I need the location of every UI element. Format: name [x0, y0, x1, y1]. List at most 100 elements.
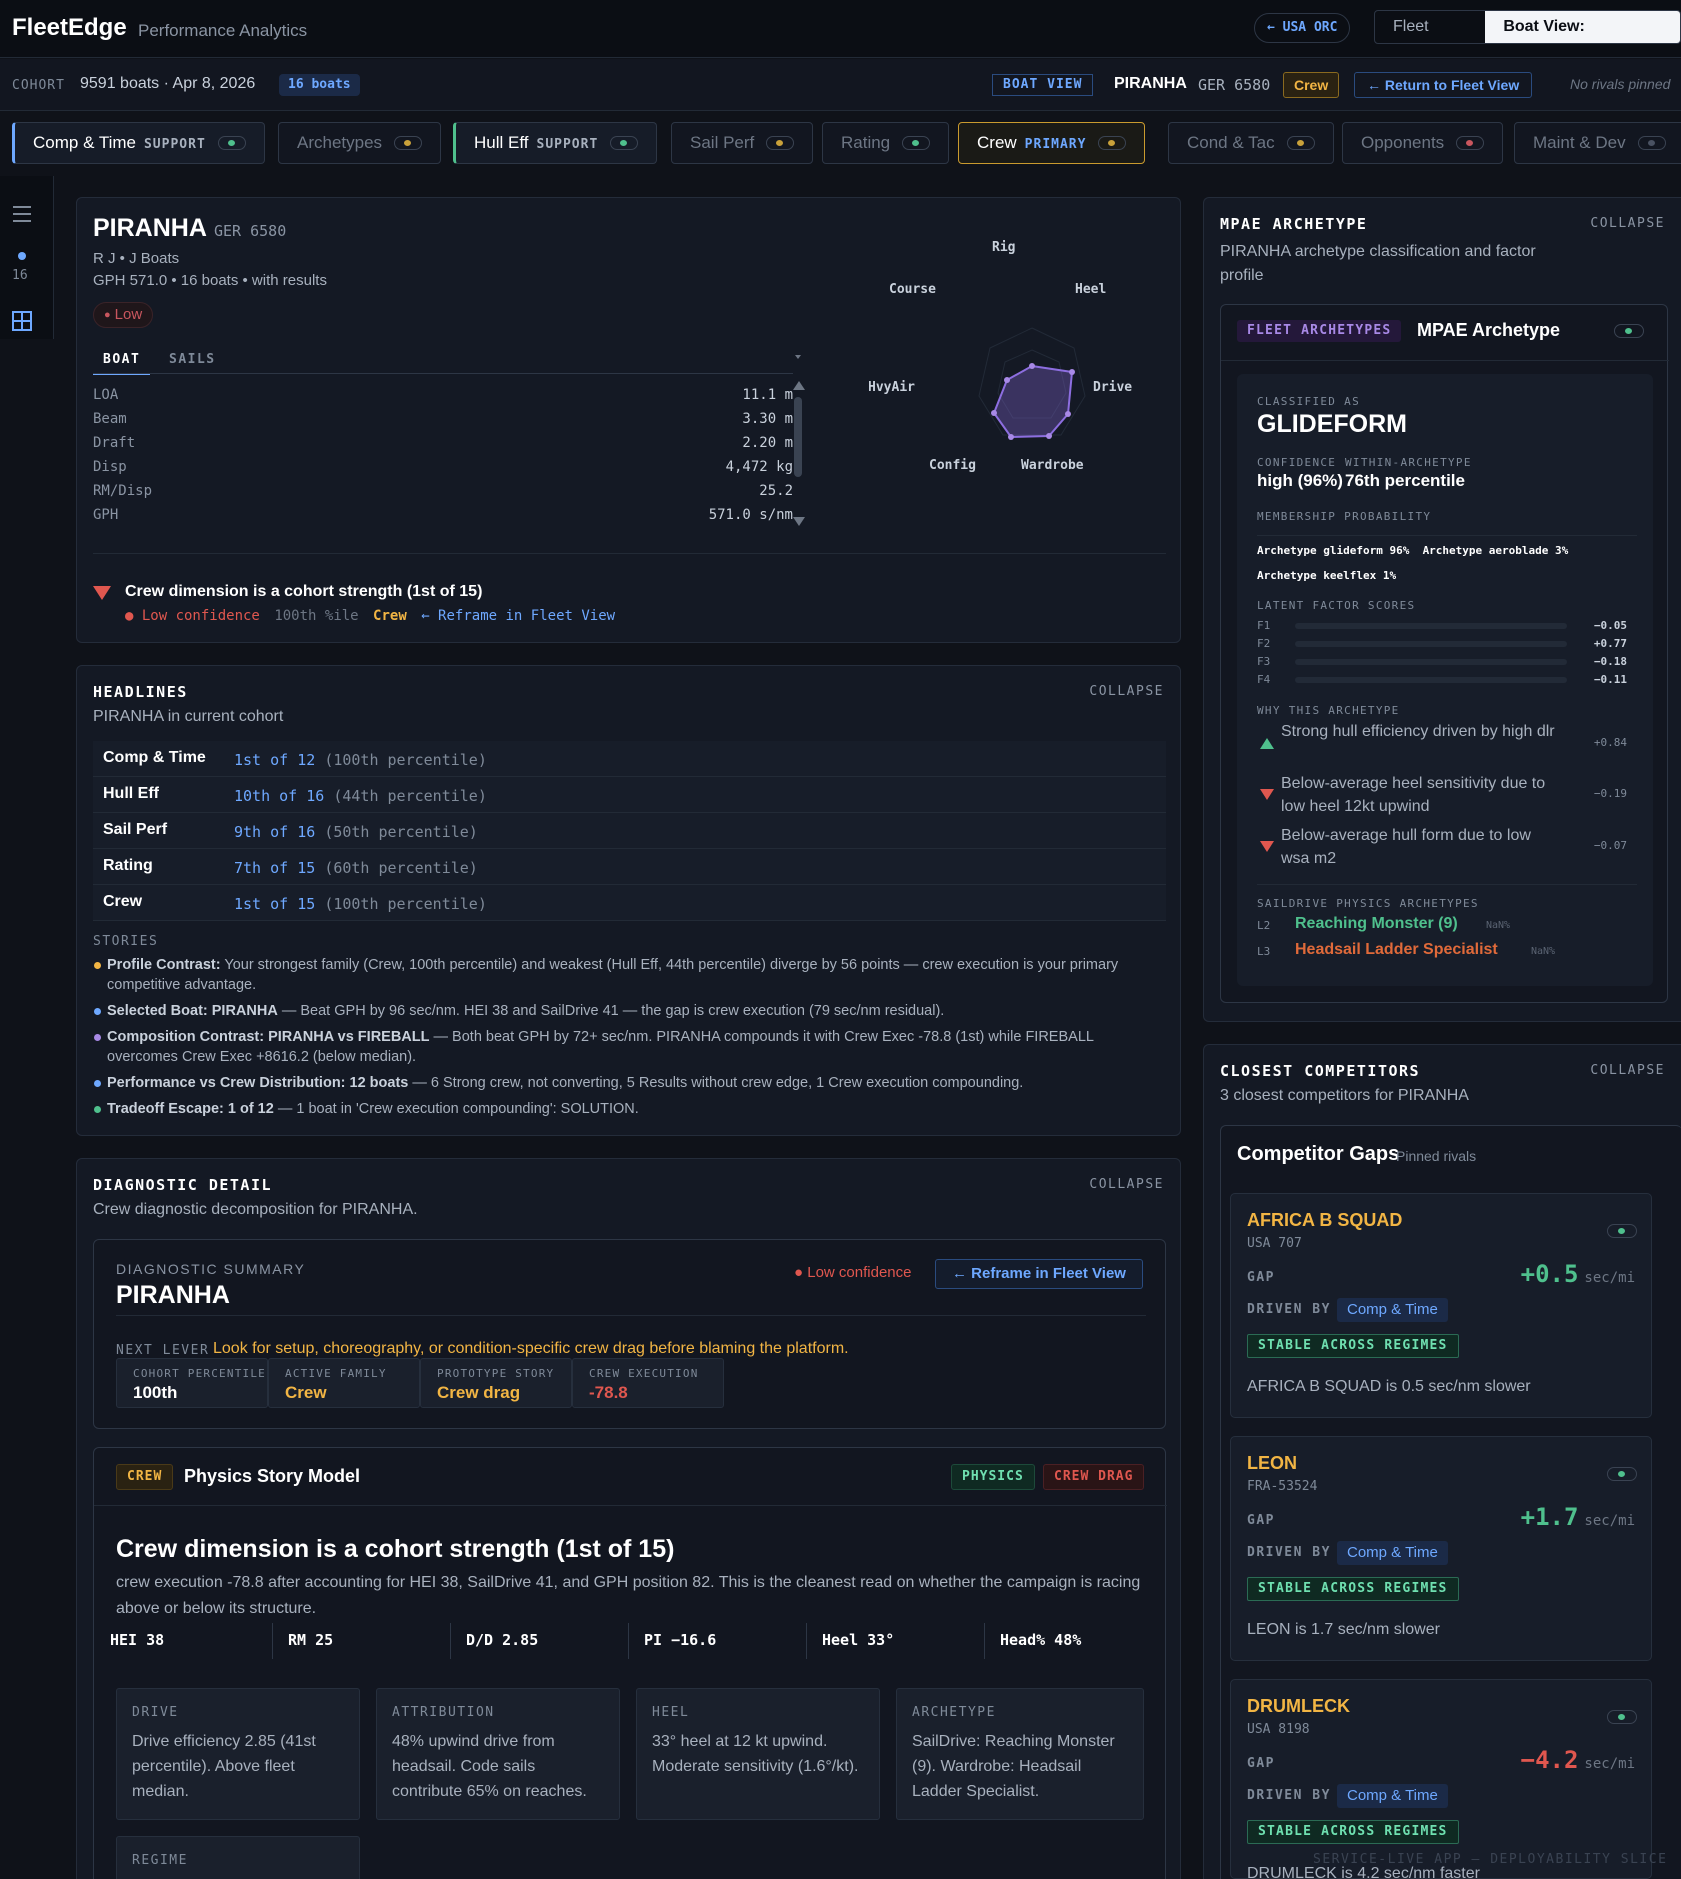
tab-archetypes[interactable]: Archetypes — [278, 122, 442, 164]
tab-boat[interactable]: BOAT — [93, 352, 151, 375]
pinned-rivals-label: Pinned rivals — [1396, 1148, 1477, 1164]
heel-box: HEEL 33° heel at 12 kt upwind. Moderate s… — [636, 1688, 880, 1820]
radar-label: Drive — [1093, 380, 1133, 395]
factor-bar — [1295, 623, 1567, 629]
level-l3: L3 — [1257, 945, 1271, 958]
scroll-down-icon[interactable] — [793, 517, 805, 526]
l3-archetype: Headsail Ladder Specialist — [1295, 941, 1498, 958]
tab-status-icon — [1286, 136, 1315, 150]
driven-by-chip[interactable]: Comp & Time — [1337, 1541, 1448, 1565]
cohort-value: 9591 boats · Apr 8, 2026 — [80, 75, 256, 92]
rail-count: 16 — [12, 268, 28, 283]
competitor-summary: LEON is 1.7 sec/nm slower — [1247, 1621, 1440, 1638]
pin-toggle-icon[interactable] — [1607, 1710, 1637, 1724]
regime-box: REGIME — [116, 1836, 360, 1879]
radar-label: Config — [929, 458, 976, 473]
tab-sails[interactable]: SAILS — [169, 352, 216, 367]
collapse-button[interactable]: COLLAPSE — [1089, 684, 1164, 699]
divider — [450, 1623, 451, 1659]
archetype-card-title: MPAE Archetype — [1417, 320, 1561, 340]
physics-badge: PHYSICS — [951, 1464, 1035, 1490]
scroll-thumb[interactable] — [794, 397, 802, 477]
physics-story-card: CREW Physics Story Model PHYSICS CREW DR… — [93, 1447, 1167, 1879]
cohort-count-badge: 16 boats — [279, 74, 360, 96]
collapse-button[interactable]: COLLAPSE — [1590, 1063, 1665, 1078]
pin-toggle-icon[interactable] — [1607, 1224, 1637, 1238]
membership-label: MEMBERSHIP PROBABILITY — [1257, 510, 1432, 523]
tab-opponents[interactable]: Opponents — [1342, 122, 1504, 164]
tab-maint-dev[interactable]: Maint & Dev — [1514, 122, 1681, 164]
crew-link[interactable]: Crew — [373, 608, 407, 624]
divider — [93, 373, 793, 374]
low-confidence-dot-icon: ● — [125, 608, 142, 624]
brand-logo[interactable]: FleetEdge — [12, 14, 127, 42]
menu-icon[interactable] — [13, 206, 31, 227]
metric-active-family: ACTIVE FAMILY Crew — [268, 1358, 420, 1408]
competitor-summary: DRUMLECK is 4.2 sec/nm faster — [1247, 1865, 1480, 1879]
arrow-down-icon — [1260, 789, 1274, 800]
grid-icon[interactable] — [12, 311, 32, 331]
competitor-card[interactable]: DRUMLECK USA 8198 GAP −4.2 sec/mi DRIVEN … — [1230, 1679, 1652, 1879]
tab-cond-tac[interactable]: Cond & Tac — [1168, 122, 1334, 164]
top-bar: FleetEdge Performance Analytics ← USA OR… — [0, 0, 1681, 58]
headlines-subtitle: PIRANHA in current cohort — [93, 708, 284, 725]
gap-label: GAP — [1247, 1513, 1275, 1528]
factor-row: F3 −0.18 — [1257, 655, 1627, 668]
brand-subtitle: Performance Analytics — [138, 21, 308, 40]
tab-rating[interactable]: Rating — [822, 122, 950, 164]
radar-label: Wardrobe — [1021, 458, 1084, 473]
fleet-view-button[interactable]: Fleet View — [1375, 11, 1485, 43]
archetype-title: MPAE ARCHETYPE — [1220, 215, 1368, 233]
return-to-fleet-button[interactable]: ← Return to Fleet View — [1354, 72, 1533, 98]
driven-by-label: DRIVEN BY — [1247, 1788, 1331, 1803]
gap-label: GAP — [1247, 1756, 1275, 1771]
crew-family-badge[interactable]: Crew — [1283, 72, 1340, 98]
divider — [94, 1505, 1167, 1506]
boat-name: PIRANHA — [93, 214, 207, 242]
stories-label: STORIES — [93, 934, 159, 949]
level-l2: L2 — [1257, 919, 1271, 932]
strength-triangle-icon — [93, 586, 111, 600]
stable-badge: STABLE ACROSS REGIMES — [1247, 1577, 1459, 1601]
archetype-box: ARCHETYPE SailDrive: Reaching Monster (9)… — [896, 1688, 1144, 1820]
scroll-up-icon[interactable] — [793, 381, 805, 390]
driven-by-chip[interactable]: Comp & Time — [1337, 1298, 1448, 1322]
spec-scrollbar[interactable] — [793, 381, 805, 526]
within-value: 76th percentile — [1345, 471, 1465, 490]
tab-comp-time[interactable]: Comp & Time SUPPORT — [12, 122, 265, 164]
tab-hull-eff[interactable]: Hull Eff SUPPORT — [453, 122, 658, 164]
diagnostic-title: DIAGNOSTIC DETAIL — [93, 1176, 273, 1194]
family-tabs: Comp & Time SUPPORT Archetypes Hull Eff SU… — [12, 122, 1681, 166]
pin-toggle-icon[interactable] — [1607, 1467, 1637, 1481]
stable-badge: STABLE ACROSS REGIMES — [1247, 1334, 1459, 1358]
deployability-watermark: SERVICE-LIVE APP — DEPLOYABILITY SLICE — [1313, 1852, 1668, 1867]
divider — [984, 1623, 985, 1659]
archetype-subtitle: PIRANHA archetype classification and fac… — [1220, 243, 1536, 284]
headlines-title: HEADLINES — [93, 683, 188, 701]
attribution-box: ATTRIBUTION 48% upwind drive from headsai… — [376, 1688, 620, 1820]
dropdown-caret-icon[interactable] — [795, 355, 801, 359]
stat-pi: PI −16.6 — [644, 1631, 717, 1649]
table-row: Crew 1st of 15 (100th percentile) — [93, 885, 1166, 921]
next-lever-label: NEXT LEVER — [116, 1343, 210, 1358]
driven-by-chip[interactable]: Comp & Time — [1337, 1784, 1448, 1808]
metric-crew-execution: CREW EXECUTION -78.8 — [572, 1358, 724, 1408]
competitor-card[interactable]: AFRICA B SQUAD USA 707 GAP +0.5 sec/mi DR… — [1230, 1193, 1652, 1418]
boat-view-button[interactable]: Boat View: PIRANHA — [1485, 11, 1680, 43]
divider — [272, 1623, 273, 1659]
reframe-button[interactable]: ← Reframe in Fleet View — [935, 1259, 1143, 1289]
collapse-button[interactable]: COLLAPSE — [1590, 216, 1665, 231]
reframe-link[interactable]: ← Reframe in Fleet View — [421, 608, 615, 624]
story-item: Profile Contrast: Your strongest family … — [94, 955, 1152, 995]
tab-sail-perf[interactable]: Sail Perf — [671, 122, 814, 164]
factor-bar — [1295, 641, 1567, 647]
collapse-button[interactable]: COLLAPSE — [1089, 1177, 1164, 1192]
competitor-card[interactable]: LEON FRA-53524 GAP +1.7 sec/mi DRIVEN BY … — [1230, 1436, 1652, 1661]
physics-headline: Crew dimension is a cohort strength (1st… — [116, 1535, 675, 1563]
tab-crew[interactable]: Crew PRIMARY — [958, 122, 1146, 164]
tab-status-icon — [394, 136, 423, 150]
toggle-icon[interactable] — [1614, 324, 1644, 338]
orc-selector[interactable]: ← USA ORC — [1254, 13, 1351, 43]
latent-label: LATENT FACTOR SCORES — [1257, 599, 1416, 612]
table-row: Rating 7th of 15 (60th percentile) — [93, 849, 1166, 885]
